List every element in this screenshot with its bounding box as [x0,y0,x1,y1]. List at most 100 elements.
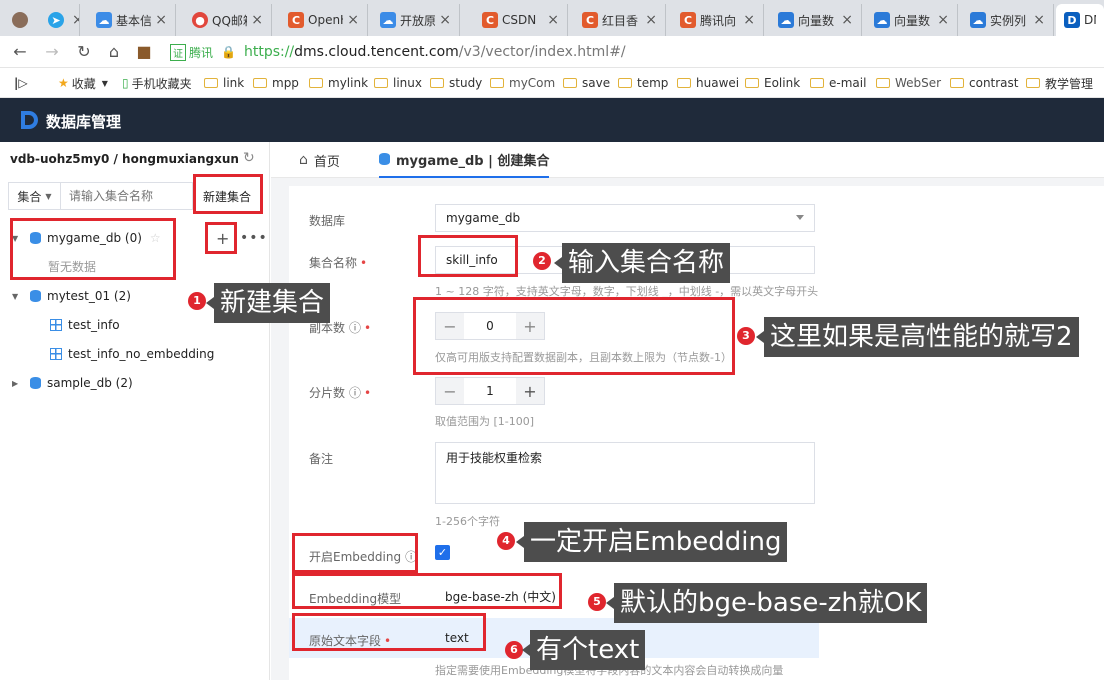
close-icon[interactable]: × [547,12,559,28]
required-mark: • [364,321,372,335]
instance-label: vdb-uohz5my0 / hongmuxiangxun [10,152,239,166]
database-icon [30,377,41,389]
remark-textarea[interactable]: 用于技能权重检索 [435,442,815,504]
add-collection-icon[interactable]: + [216,229,229,248]
close-icon[interactable]: × [251,12,263,28]
annotation-callout: 有个text [521,630,646,670]
increment-button[interactable]: + [516,313,544,339]
replica-value[interactable]: 0 [464,313,516,339]
tab-5[interactable]: ☁ 开放原 × [372,4,460,36]
tab-create-collection[interactable]: mygame_db | 创建集合 [379,142,550,178]
tab-11[interactable]: ☁ 实例列 × [962,4,1054,36]
decrement-button[interactable]: − [436,378,464,404]
tab-2[interactable]: ☁ 基本信 × [88,4,176,36]
info-icon[interactable]: ⓘ [349,321,361,335]
database-icon [30,232,41,244]
folder-icon [204,78,218,88]
database-label: 数据库 [309,214,346,228]
bookmark-folder[interactable]: mylink [309,74,368,92]
filter-type-select[interactable]: 集合 ▼ [9,183,61,209]
cloud-icon: ☁ [96,12,112,28]
close-icon[interactable]: × [937,12,949,28]
bookmark-folder[interactable]: mpp [253,74,299,92]
tab-3[interactable]: ● QQ邮箱 × [184,4,272,36]
folder-icon [563,78,577,88]
search-input[interactable] [61,189,191,203]
close-icon[interactable]: × [841,12,853,28]
sidebar-toggle-icon[interactable]: |▷ [14,74,28,92]
tab-home[interactable]: ⌂ 首页 [299,142,340,178]
refresh-icon[interactable]: ↻ [243,150,255,166]
bookmark-folder[interactable]: temp [618,74,668,92]
info-icon[interactable]: ⓘ [405,550,417,564]
bookmark-favorites[interactable]: ★ 收藏 ▼ [58,74,108,92]
close-icon[interactable]: × [155,12,167,28]
bookmark-folder[interactable]: WebSer [876,74,941,92]
bookmark-folder[interactable]: Eolink [745,74,800,92]
bookmark-folder[interactable]: myCom [490,74,555,92]
new-collection-button[interactable]: 新建集合 [196,182,258,210]
briefcase-icon[interactable]: ■ [134,42,154,62]
more-icon[interactable]: ••• [240,230,268,246]
tab-7[interactable]: C 红目香 × [574,4,666,36]
tab-label: CSDN [502,13,537,27]
tab-active[interactable]: D DM [1056,4,1104,36]
close-icon[interactable]: × [645,12,657,28]
forward-icon[interactable]: → [42,42,62,62]
bookmarks-bar: |▷ ★ 收藏 ▼ ▯ 手机收藏夹 link mpp mylink linux stu… [0,68,1104,98]
close-icon[interactable]: × [439,12,451,28]
telegram-icon: ➤ [48,12,64,28]
bookmark-label: temp [637,76,669,90]
bookmark-folder[interactable]: huawei [677,74,739,92]
bookmark-label: e-mail [829,76,867,90]
bookmark-folder[interactable]: 教学管理 [1026,74,1104,92]
close-icon[interactable]: × [1033,12,1045,28]
database-select[interactable]: mygame_db [435,204,815,232]
bookmark-folder[interactable]: linux [374,74,422,92]
shard-value[interactable]: 1 [464,378,516,404]
info-icon[interactable]: ⓘ [349,386,361,400]
bookmark-folder[interactable]: contrast [950,74,1019,92]
tab-label: DM [1084,13,1096,27]
replica-hint: 仅高可用版支持配置数据副本，且副本数上限为（节点数-1） [435,351,732,364]
tab-6[interactable]: C CSDN × [474,4,568,36]
tab-0[interactable] [4,4,34,36]
avatar-icon [12,12,28,28]
app-title: 数据库管理 [46,113,122,131]
back-icon[interactable]: ← [10,42,30,62]
close-icon[interactable]: × [347,12,359,28]
app-header: 数据库管理 [0,98,1104,142]
bookmark-folder[interactable]: e-mail [810,74,866,92]
expand-caret-icon[interactable]: ▼ [12,292,22,301]
bookmark-folder[interactable]: link [204,74,244,92]
bookmark-folder[interactable]: study [430,74,482,92]
tree-db-mygame[interactable]: ▼ mygame_db (0) ☆ + ••• [0,224,270,252]
tree-db-sample[interactable]: ▶ sample_db (2) [0,369,270,397]
tab-1[interactable]: ➤ × [40,4,80,36]
annotation-number: 2 [533,252,551,270]
reload-icon[interactable]: ↻ [74,42,94,62]
tab-label: OpenH [308,13,343,27]
annotation-number: 3 [737,327,755,345]
bookmark-folder[interactable]: save [563,74,610,92]
decrement-button[interactable]: − [436,313,464,339]
tab-8[interactable]: C 腾讯向 × [672,4,764,36]
close-icon[interactable]: × [743,12,755,28]
bookmark-mobile[interactable]: ▯ 手机收藏夹 [122,74,192,92]
expand-caret-icon[interactable]: ▼ [12,234,22,243]
url-bar[interactable]: 证 腾讯 🔒 https://dms.cloud.tencent.com/v3/… [170,40,1100,64]
replica-stepper[interactable]: − 0 + [435,312,545,340]
close-icon[interactable]: × [72,12,79,28]
embedding-checkbox[interactable]: ✓ [435,545,450,560]
label-text: 集合名称 [309,256,358,270]
tree-collection-test-info-no-embedding[interactable]: test_info_no_embedding [0,340,270,368]
tab-4[interactable]: C OpenH × [280,4,368,36]
folder-icon [810,78,824,88]
tab-10[interactable]: ☁ 向量数 × [866,4,958,36]
home-icon[interactable]: ⌂ [104,42,124,62]
increment-button[interactable]: + [516,378,544,404]
shard-stepper[interactable]: − 1 + [435,377,545,405]
star-icon[interactable]: ☆ [150,231,161,245]
expand-caret-icon[interactable]: ▶ [12,379,22,388]
tab-9[interactable]: ☁ 向量数 × [770,4,862,36]
